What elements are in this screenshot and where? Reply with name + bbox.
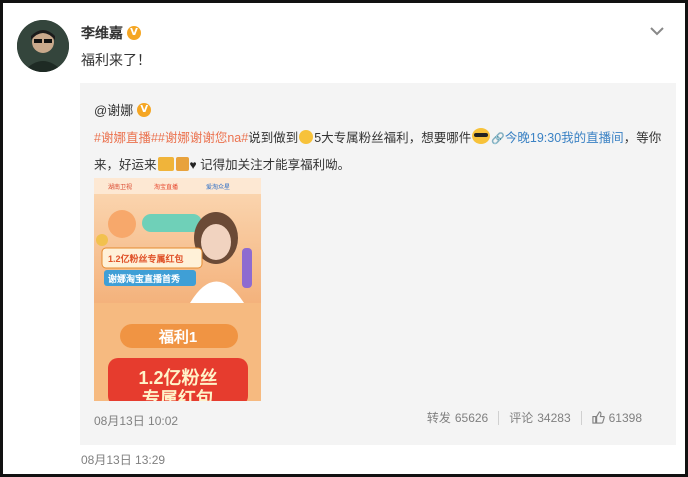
comment-button[interactable]: 评论 34283 xyxy=(499,409,580,426)
verified-icon: V xyxy=(127,26,141,40)
poster-big-text: 1.2亿粉丝 xyxy=(138,367,217,388)
chevron-down-icon[interactable] xyxy=(649,25,665,37)
avatar[interactable] xyxy=(17,20,69,72)
link-icon[interactable]: 🔗 xyxy=(491,133,505,145)
poster-subline: 谢娜淘宝直播首秀 xyxy=(108,273,180,284)
forward-count: 65626 xyxy=(454,410,489,425)
grin-emoji-icon xyxy=(299,130,314,144)
poster-big-text-2: 专属红包 xyxy=(142,388,214,401)
author-name[interactable]: 李维嘉 xyxy=(81,23,123,43)
gift-emoji-icon xyxy=(175,157,189,171)
repost-text: #谢娜直播##谢娜谢谢您na#说到做到 5大专属粉丝福利，想要哪件 🔗今晚19:30… xyxy=(94,125,666,178)
like-icon xyxy=(591,411,605,424)
text-segment: 记得加关注才能享福利呦。 xyxy=(200,158,351,172)
forward-button[interactable]: 转发 65626 xyxy=(417,409,498,426)
text-segment: 说到做到 xyxy=(248,131,299,145)
repost-stats: 转发 65626 评论 34283 61398 xyxy=(417,409,652,426)
live-room-link[interactable]: 今晚19:30我的直播间 xyxy=(505,131,624,145)
text-segment: ，想要哪件 xyxy=(408,131,472,145)
comment-label: 评论 xyxy=(509,411,534,425)
like-count: 61398 xyxy=(608,410,642,425)
brand-label: 湖南卫视 xyxy=(108,183,132,191)
comment-count: 34283 xyxy=(537,410,571,425)
hashtag-link[interactable]: #谢娜直播# xyxy=(94,131,158,145)
forward-label: 转发 xyxy=(426,411,451,425)
hashtag-link[interactable]: #谢娜谢谢您na# xyxy=(158,131,248,145)
post-text: 福利来了！ xyxy=(81,52,151,68)
promo-poster-image[interactable]: 湖南卫视 淘宝直播 爱淘众星 1.2亿粉丝专属红包 谢娜淘宝直播首秀 福利1 1… xyxy=(94,178,261,401)
reposted-content[interactable]: @谢娜 V #谢娜直播##谢娜谢谢您na#说到做到 5大专属粉丝福利，想要哪件 🔗今… xyxy=(80,83,676,445)
poster-welfare-label: 福利1 xyxy=(158,328,197,346)
repost-author-name[interactable]: @谢娜 xyxy=(94,100,133,119)
repost-date[interactable]: 08月13日 10:02 xyxy=(94,412,178,429)
post-date[interactable]: 08月13日 13:29 xyxy=(81,451,165,468)
weibo-post-card: 李维嘉 V 福利来了！ @谢娜 V #谢娜直播##谢娜谢谢您na#说到做到 5大专… xyxy=(0,0,688,477)
brand-label: 爱淘众星 xyxy=(206,183,230,191)
beer-emoji-icon xyxy=(157,157,174,171)
verified-icon: V xyxy=(137,102,152,117)
post-author[interactable]: 李维嘉 V xyxy=(81,23,141,43)
heart-emoji-icon: ♥ xyxy=(189,158,197,172)
cool-emoji-icon xyxy=(472,128,491,144)
repost-author[interactable]: @谢娜 V xyxy=(94,100,152,119)
text-segment: 5大专属粉丝福利 xyxy=(314,131,409,145)
poster-headline: 1.2亿粉丝专属红包 xyxy=(108,253,184,264)
brand-label: 淘宝直播 xyxy=(154,183,178,191)
like-button[interactable]: 61398 xyxy=(582,411,652,425)
